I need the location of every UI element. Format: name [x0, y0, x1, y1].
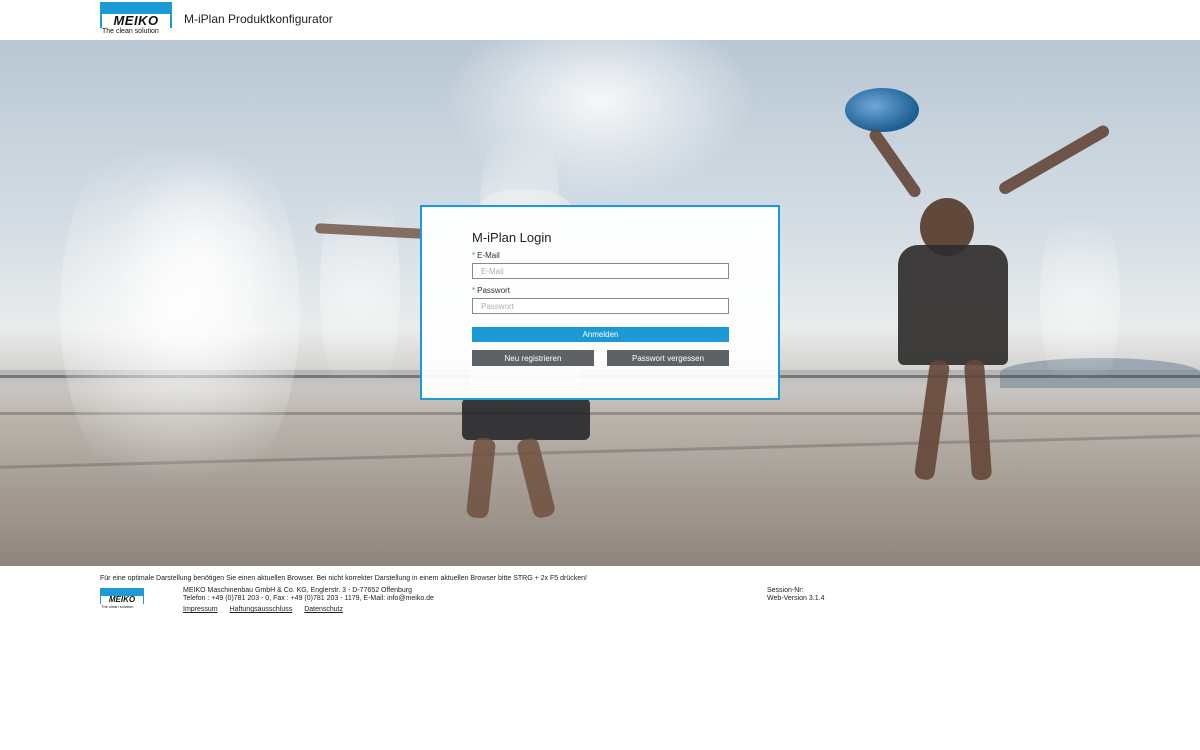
- company-contact: Telefon : +49 (0)781 203 - 0, Fax : +49 …: [183, 595, 434, 602]
- footer-logo-text: MEIKO: [101, 596, 143, 604]
- login-button[interactable]: Anmelden: [472, 327, 729, 342]
- login-panel: M-iPlan Login *E-Mail *Passwort Anmelden…: [420, 205, 780, 400]
- footer-meiko-logo: MEIKO The clean solution: [100, 588, 144, 609]
- logo-tagline: The clean solution: [102, 28, 159, 35]
- impressum-link[interactable]: Impressum: [183, 606, 218, 613]
- top-header: MEIKO The clean solution M-iPlan Produkt…: [0, 0, 1200, 40]
- water-fountain-splash: [1040, 190, 1120, 410]
- email-field[interactable]: [472, 263, 729, 279]
- water-fountain-splash: [320, 160, 400, 420]
- required-marker: *: [472, 286, 476, 295]
- logo-text: MEIKO: [113, 13, 159, 28]
- water-fountain-splash: [60, 100, 300, 520]
- email-label: * E-Mail: [472, 251, 500, 260]
- browser-notice: Für eine optimale Darstellung benötigen …: [100, 575, 587, 582]
- email-label-text: E-Mail: [477, 251, 500, 260]
- beach-ball: [845, 88, 919, 132]
- child-left-shorts: [462, 398, 590, 440]
- footer-links: Impressum Haftungsausschluss Datenschutz: [183, 606, 353, 613]
- forgot-password-button[interactable]: Passwort vergessen: [607, 350, 729, 366]
- company-address: MEIKO Maschinenbau GmbH & Co. KG, Engler…: [183, 587, 413, 594]
- child-right-arm: [997, 123, 1112, 197]
- haftungsausschluss-link[interactable]: Haftungsausschluss: [230, 606, 293, 613]
- password-label: * Passwort: [472, 286, 510, 295]
- child-right-arm: [867, 127, 923, 200]
- web-version: Web-Version 3.1.4: [767, 595, 825, 602]
- register-button[interactable]: Neu registrieren: [472, 350, 594, 366]
- session-number: Session-Nr:: [767, 587, 804, 594]
- child-left-leg: [465, 437, 497, 519]
- datenschutz-link[interactable]: Datenschutz: [304, 606, 343, 613]
- footer-logo-blue-block: MEIKO: [100, 588, 144, 604]
- child-right-shirt: [898, 245, 1008, 365]
- login-title: M-iPlan Login: [472, 230, 552, 245]
- meiko-logo[interactable]: MEIKO The clean solution: [100, 2, 172, 36]
- password-field[interactable]: [472, 298, 729, 314]
- footer-logo-tagline: The clean solution: [101, 604, 134, 609]
- password-label-text: Passwort: [477, 286, 511, 295]
- child-left-leg: [515, 436, 557, 520]
- logo-wordmark: MEIKO: [102, 14, 170, 28]
- app-title: M-iPlan Produktkonfigurator: [184, 12, 333, 26]
- required-marker: *: [472, 251, 476, 260]
- logo-blue-block: MEIKO: [100, 2, 172, 28]
